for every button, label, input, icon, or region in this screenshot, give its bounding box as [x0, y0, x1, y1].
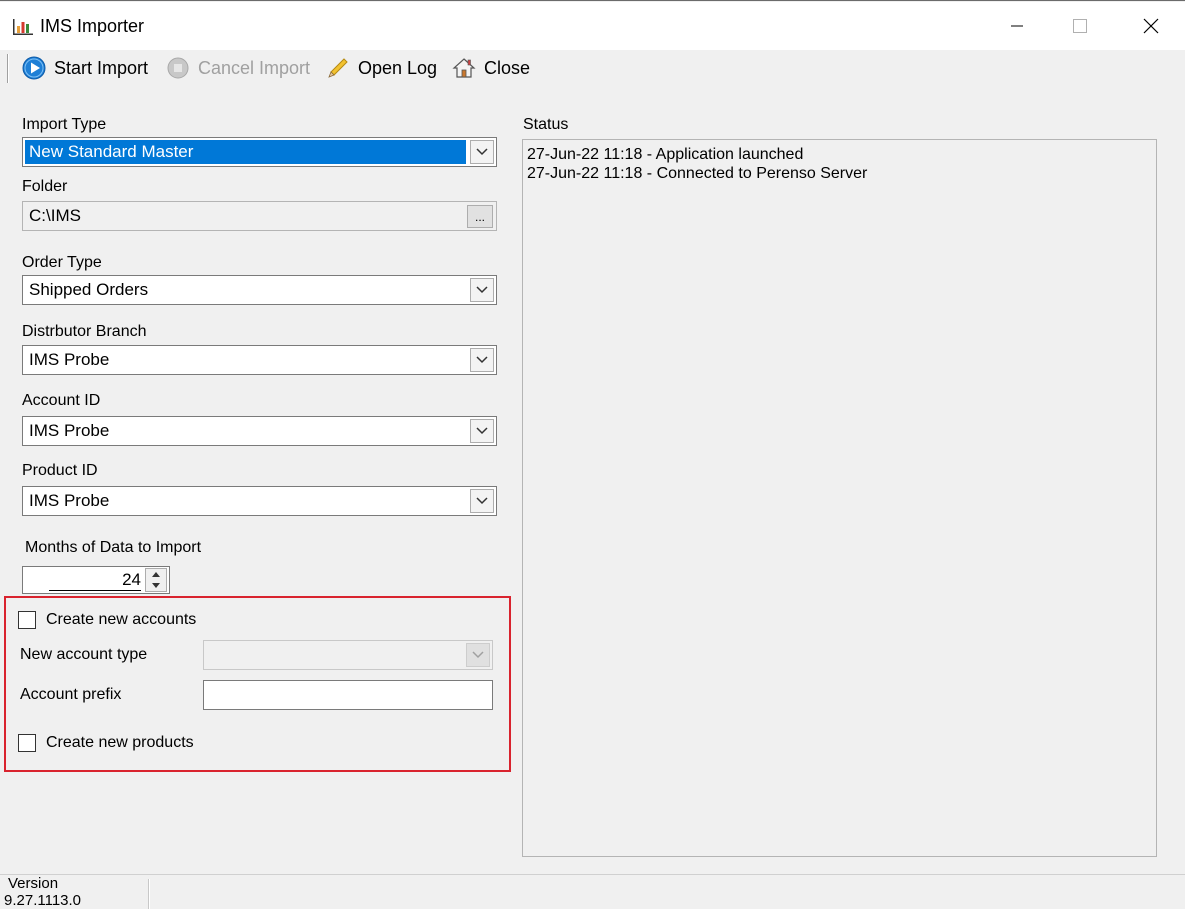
spin-down-button[interactable] [146, 580, 166, 591]
create-products-checkbox[interactable] [18, 734, 36, 752]
close-button[interactable]: Close [452, 55, 530, 81]
close-label: Close [484, 57, 531, 78]
order-type-label: Order Type [22, 254, 102, 271]
order-type-dropdown-button[interactable] [470, 278, 494, 302]
status-line: 27-Jun-22 11:18 - Connected to Perenso S… [527, 165, 868, 182]
toolbar: Start Import Cancel Import Open Log Clos… [0, 50, 1185, 87]
months-stepper[interactable]: 24 [22, 566, 170, 594]
create-accounts-checkbox[interactable] [18, 611, 36, 629]
open-log-label: Open Log [358, 57, 438, 78]
toolbar-grip [7, 54, 9, 83]
months-label: Months of Data to Import [25, 539, 202, 556]
version-label: Version [8, 875, 59, 892]
chevron-down-icon [476, 427, 488, 435]
folder-label: Folder [22, 178, 68, 195]
bar-chart-icon [13, 19, 33, 35]
version-value: 9.27.1113.0 [4, 892, 82, 909]
chevron-down-icon [472, 651, 484, 659]
pencil-icon [328, 58, 348, 78]
account-id-select[interactable]: IMS Probe [22, 416, 497, 446]
account-prefix-label: Account prefix [20, 686, 122, 703]
product-id-value: IMS Probe [29, 491, 110, 510]
account-id-dropdown-button[interactable] [470, 419, 494, 443]
account-id-value: IMS Probe [29, 421, 110, 440]
maximize-button[interactable] [1051, 3, 1109, 49]
start-import-button[interactable]: Start Import [22, 55, 148, 81]
play-icon [22, 56, 46, 80]
stop-icon [167, 57, 189, 79]
months-value[interactable]: 24 [49, 570, 141, 591]
account-prefix-input[interactable] [203, 680, 493, 710]
cancel-import-button[interactable]: Cancel Import [166, 55, 310, 81]
import-type-dropdown-button[interactable] [470, 140, 494, 164]
distributor-branch-label: Distrbutor Branch [22, 323, 147, 340]
import-type-select[interactable]: New Standard Master [22, 137, 497, 167]
folder-value: C:\IMS [29, 206, 81, 225]
home-icon [452, 58, 476, 78]
product-id-select[interactable]: IMS Probe [22, 486, 497, 516]
cancel-import-label: Cancel Import [198, 57, 311, 78]
create-products-label[interactable]: Create new products [46, 734, 194, 752]
account-id-label: Account ID [22, 392, 101, 409]
open-log-button[interactable]: Open Log [326, 55, 437, 81]
chevron-down-icon [476, 286, 488, 294]
minimize-button[interactable] [988, 3, 1046, 49]
spin-up-button[interactable] [146, 569, 166, 580]
status-line: 27-Jun-22 11:18 - Application launched [527, 146, 804, 163]
months-spin-buttons [145, 568, 167, 592]
ims-importer-window: IMS Importer Start Import Cancel Import … [0, 0, 1185, 909]
distributor-branch-value: IMS Probe [29, 350, 110, 369]
new-account-type-label: New account type [20, 646, 148, 663]
statusbar-separator [148, 879, 150, 909]
status-bar: Version 9.27.1113.0 [0, 874, 1185, 909]
status-label: Status [523, 116, 569, 133]
close-window-button[interactable] [1122, 3, 1180, 49]
triangle-up-icon [152, 572, 160, 577]
window-title: IMS Importer [40, 16, 145, 36]
status-lines: 27-Jun-22 11:18 - Application launched 2… [523, 145, 867, 183]
close-icon [1143, 18, 1159, 34]
create-accounts-label[interactable]: Create new accounts [46, 611, 196, 629]
folder-field[interactable]: C:\IMS ... [22, 201, 497, 231]
distributor-branch-select[interactable]: IMS Probe [22, 345, 497, 375]
order-type-value: Shipped Orders [29, 280, 149, 299]
triangle-down-icon [152, 583, 160, 588]
new-account-type-select[interactable] [203, 640, 493, 670]
status-log[interactable]: 27-Jun-22 11:18 - Application launched 2… [522, 139, 1157, 857]
distributor-branch-dropdown-button[interactable] [470, 348, 494, 372]
chevron-down-icon [476, 497, 488, 505]
title-bar: IMS Importer [0, 2, 1185, 50]
minimize-icon [1011, 25, 1023, 27]
chevron-down-icon [476, 148, 488, 156]
maximize-icon [1073, 19, 1087, 33]
new-account-type-dropdown-button[interactable] [466, 643, 490, 667]
chevron-down-icon [476, 356, 488, 364]
product-id-dropdown-button[interactable] [470, 489, 494, 513]
start-import-label: Start Import [54, 57, 149, 78]
import-type-label: Import Type [22, 116, 107, 133]
folder-browse-button[interactable]: ... [467, 205, 493, 228]
order-type-select[interactable]: Shipped Orders [22, 275, 497, 305]
import-type-value: New Standard Master [25, 140, 466, 164]
product-id-label: Product ID [22, 462, 98, 479]
